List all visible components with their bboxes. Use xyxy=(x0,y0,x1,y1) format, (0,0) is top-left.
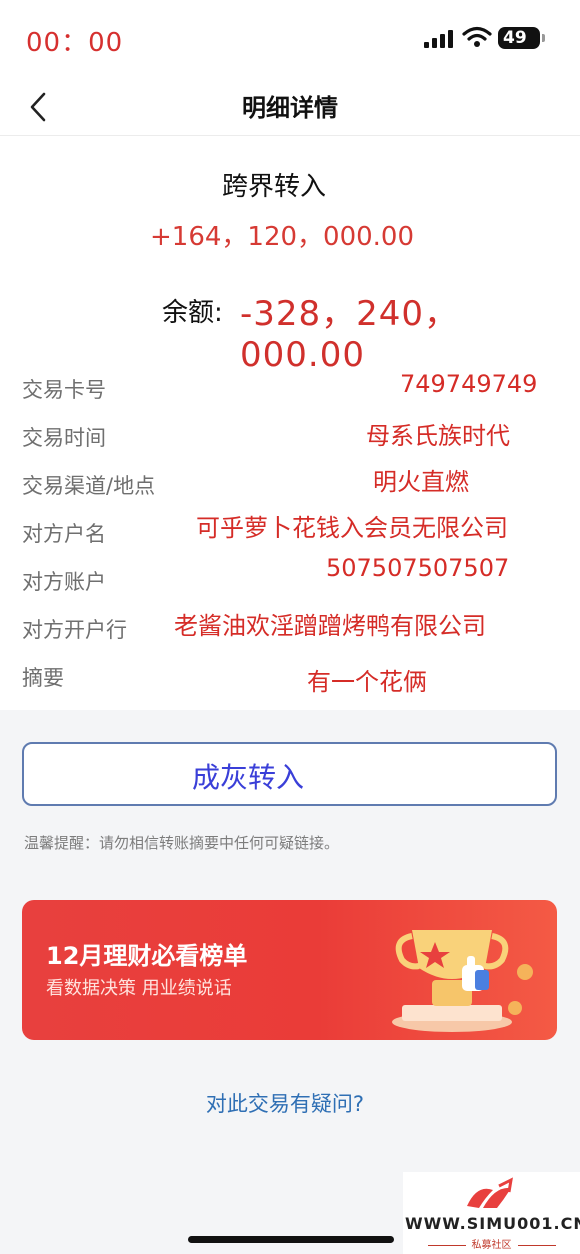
cellular-signal-icon xyxy=(424,30,454,48)
counterparty-name-value: 可乎萝卜花钱入会员无限公司 xyxy=(196,514,508,542)
transaction-time-label: 交易时间 xyxy=(22,426,106,450)
transfer-in-button[interactable]: 成灰转入 xyxy=(22,742,557,806)
counterparty-account-value: 507507507507 xyxy=(326,554,510,582)
promo-subtitle: 看数据决策 用业绩说话 xyxy=(46,978,232,999)
promo-title: 12月理财必看榜单 xyxy=(46,942,248,970)
transaction-question-link[interactable]: 对此交易有疑问? xyxy=(0,1088,570,1118)
status-time: 00：00 xyxy=(26,28,124,58)
nav-bar: 明细详情 xyxy=(0,78,580,136)
summary-value: 有一个花俩 xyxy=(307,668,427,696)
simu-logo-icon xyxy=(467,1177,513,1208)
channel-value: 明火直燃 xyxy=(373,468,469,496)
transaction-time-value: 母系氏族时代 xyxy=(366,422,510,450)
transfer-in-button-label: 成灰转入 xyxy=(192,761,305,794)
watermark-url: WWW.SIMU001.CN xyxy=(405,1214,580,1233)
counterparty-bank-label: 对方开户行 xyxy=(22,618,127,642)
trophy-icon xyxy=(392,930,533,1032)
battery-icon: 49 xyxy=(498,27,545,49)
balance-label: 余额: xyxy=(162,298,223,328)
transaction-amount: +164，120，000.00 xyxy=(150,222,415,252)
counterparty-bank-value: 老酱油欢淫蹭蹭烤鸭有限公司 xyxy=(174,612,486,640)
transaction-type: 跨界转入 xyxy=(222,172,327,202)
promo-banner[interactable]: 12月理财必看榜单 看数据决策 用业绩说话 xyxy=(22,900,557,1040)
wifi-icon xyxy=(462,26,492,47)
status-bar: 00：00 49 xyxy=(0,0,580,78)
counterparty-name-label: 对方户名 xyxy=(22,522,106,546)
channel-label: 交易渠道/地点 xyxy=(22,474,156,498)
card-number-label: 交易卡号 xyxy=(22,378,106,402)
summary-label: 摘要 xyxy=(22,666,64,690)
watermark: WWW.SIMU001.CN 私募社区 xyxy=(403,1172,580,1254)
warning-text: 温馨提醒：请勿相信转账摘要中任何可疑链接。 xyxy=(24,834,340,852)
card-number-value: 749749749 xyxy=(400,370,538,398)
transaction-detail-card: 跨界转入 +164，120，000.00 余额: -328，240，000.00… xyxy=(0,136,580,710)
balance-value: -328，240，000.00 xyxy=(240,294,460,375)
counterparty-account-label: 对方账户 xyxy=(22,570,106,594)
home-indicator[interactable] xyxy=(188,1236,394,1243)
watermark-subtitle: 私募社区 xyxy=(403,1236,580,1251)
page-title: 明细详情 xyxy=(242,94,338,122)
